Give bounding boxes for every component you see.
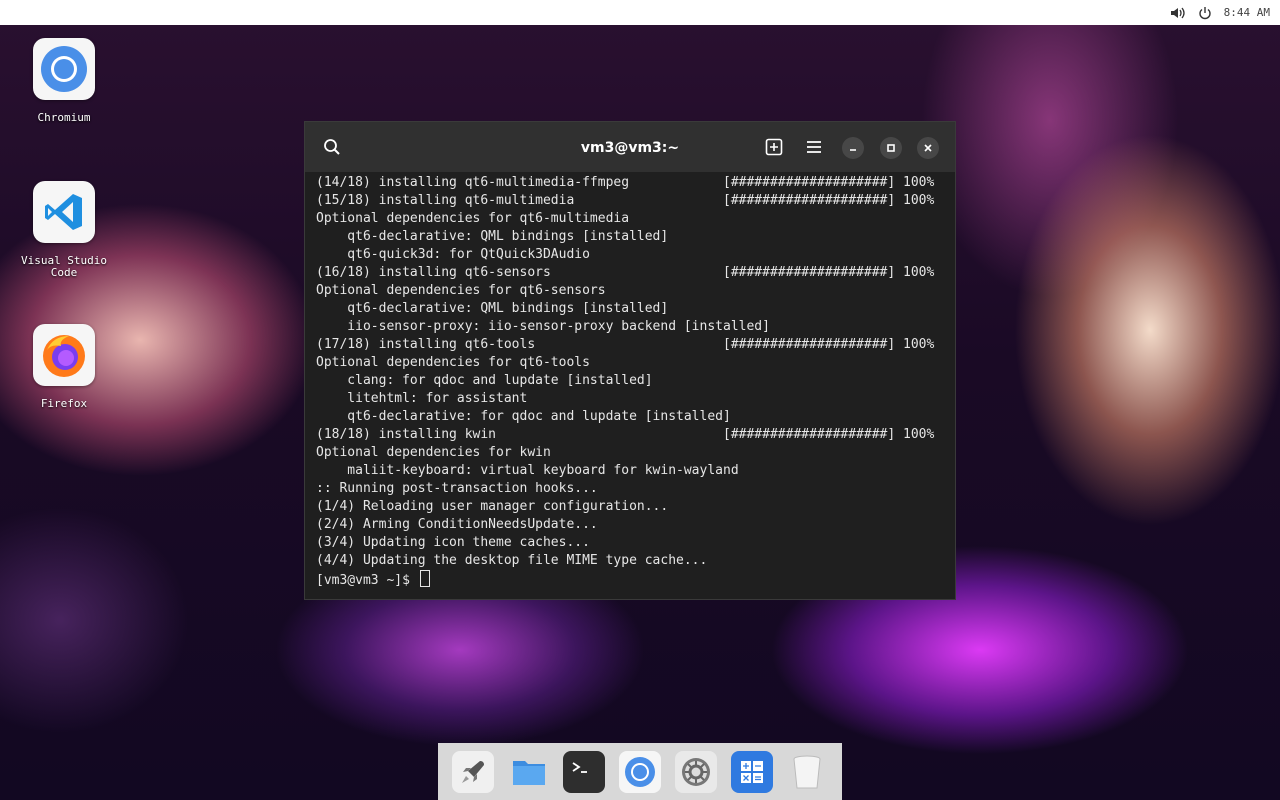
terminal-line: (18/18) installing kwin [################… <box>316 426 946 444</box>
terminal-line-text: (3/4) Updating icon theme caches... <box>316 535 590 550</box>
terminal-line-text: (4/4) Updating the desktop file MIME typ… <box>316 553 708 568</box>
progress-bar-text: [####################] 100% <box>723 427 935 442</box>
progress-bar-text: [####################] 100% <box>723 337 935 352</box>
terminal-line-text: iio-sensor-proxy: iio-sensor-proxy backe… <box>316 319 770 334</box>
power-icon[interactable] <box>1198 6 1212 20</box>
text-cursor <box>419 570 430 587</box>
terminal-line-text: (2/4) Arming ConditionNeedsUpdate... <box>316 517 598 532</box>
launcher-icon[interactable] <box>451 750 494 793</box>
terminal-line: Optional dependencies for qt6-multimedia <box>316 210 946 228</box>
terminal-window[interactable]: vm3@vm3:~ (14/18) installing qt6-multime… <box>304 121 956 600</box>
terminal-line-text: (14/18) installing qt6-multimedia-ffmpeg <box>316 175 630 190</box>
progress-bar-text: [####################] 100% <box>723 265 935 280</box>
desktop-icon-chromium[interactable]: Chromium <box>14 38 114 124</box>
files-icon[interactable] <box>508 751 550 793</box>
desktop-icon-firefox[interactable]: Firefox <box>14 324 114 410</box>
terminal-line: clang: for qdoc and lupdate [installed] <box>316 372 946 390</box>
clock[interactable]: 8:44 AM <box>1224 6 1270 19</box>
terminal-line: (14/18) installing qt6-multimedia-ffmpeg… <box>316 174 946 192</box>
vscode-icon <box>33 181 95 243</box>
chromium-icon <box>33 38 95 100</box>
trash-icon[interactable] <box>786 751 828 793</box>
terminal-line-text: qt6-quick3d: for QtQuick3DAudio <box>316 247 590 262</box>
terminal-icon[interactable] <box>563 750 606 793</box>
terminal-line-text: qt6-declarative: for qdoc and lupdate [i… <box>316 409 731 424</box>
terminal-line-text: Optional dependencies for qt6-sensors <box>316 283 606 298</box>
terminal-line-text: qt6-declarative: QML bindings [installed… <box>316 229 669 244</box>
terminal-line: (2/4) Arming ConditionNeedsUpdate... <box>316 516 946 534</box>
desktop-icon-label: Visual Studio Code <box>20 254 108 279</box>
settings-icon[interactable] <box>674 750 717 793</box>
terminal-line-text: clang: for qdoc and lupdate [installed] <box>316 373 653 388</box>
maximize-icon[interactable] <box>880 137 902 159</box>
terminal-line-text: qt6-declarative: QML bindings [installed… <box>316 301 669 316</box>
terminal-line: qt6-declarative: for qdoc and lupdate [i… <box>316 408 946 426</box>
dock <box>438 743 842 800</box>
shell-prompt: [vm3@vm3 ~]$ <box>316 573 418 588</box>
desktop-icon-label: Chromium <box>37 111 91 124</box>
terminal-line-text: Optional dependencies for qt6-tools <box>316 355 590 370</box>
firefox-icon <box>33 324 95 386</box>
chromium-icon[interactable] <box>619 750 661 793</box>
terminal-line: qt6-declarative: QML bindings [installed… <box>316 228 946 246</box>
terminal-line: qt6-quick3d: for QtQuick3DAudio <box>316 246 946 264</box>
terminal-line: (1/4) Reloading user manager configurati… <box>316 498 946 516</box>
terminal-line: :: Running post-transaction hooks... <box>316 480 946 498</box>
terminal-line-text: Optional dependencies for kwin <box>316 445 551 460</box>
prompt-line[interactable]: [vm3@vm3 ~]$ <box>316 570 946 588</box>
terminal-line: (3/4) Updating icon theme caches... <box>316 534 946 552</box>
terminal-line-text: :: Running post-transaction hooks... <box>316 481 598 496</box>
terminal-line: qt6-declarative: QML bindings [installed… <box>316 300 946 318</box>
terminal-line-text: (18/18) installing kwin <box>316 427 497 442</box>
terminal-line-text: (1/4) Reloading user manager configurati… <box>316 499 669 514</box>
terminal-line: (17/18) installing qt6-tools [###########… <box>316 336 946 354</box>
progress-bar-text: [####################] 100% <box>723 175 935 190</box>
terminal-line: maliit-keyboard: virtual keyboard for kw… <box>316 462 946 480</box>
terminal-line-text: Optional dependencies for qt6-multimedia <box>316 211 630 226</box>
terminal-output[interactable]: (14/18) installing qt6-multimedia-ffmpeg… <box>316 174 946 594</box>
terminal-line: litehtml: for assistant <box>316 390 946 408</box>
terminal-line: iio-sensor-proxy: iio-sensor-proxy backe… <box>316 318 946 336</box>
menu-icon[interactable] <box>803 136 825 158</box>
close-icon[interactable] <box>917 137 939 159</box>
calculator-icon[interactable] <box>730 750 773 793</box>
new-tab-icon[interactable] <box>763 136 785 158</box>
terminal-line: Optional dependencies for qt6-sensors <box>316 282 946 300</box>
terminal-line-text: maliit-keyboard: virtual keyboard for kw… <box>316 463 739 478</box>
terminal-header[interactable]: vm3@vm3:~ <box>305 122 955 172</box>
terminal-line: (15/18) installing qt6-multimedia [######… <box>316 192 946 210</box>
terminal-line-text: (16/18) installing qt6-sensors <box>316 265 551 280</box>
desktop-icon-vscode[interactable]: Visual Studio Code <box>14 181 114 279</box>
terminal-line: Optional dependencies for qt6-tools <box>316 354 946 372</box>
terminal-line-text: (17/18) installing qt6-tools <box>316 337 536 352</box>
terminal-line: (16/18) installing qt6-sensors [#########… <box>316 264 946 282</box>
top-panel: 8:44 AM <box>0 0 1280 25</box>
terminal-line: Optional dependencies for kwin <box>316 444 946 462</box>
terminal-line-text: litehtml: for assistant <box>316 391 528 406</box>
minimize-icon[interactable] <box>842 137 864 159</box>
progress-bar-text: [####################] 100% <box>723 193 935 208</box>
search-icon[interactable] <box>321 136 343 158</box>
terminal-line-text: (15/18) installing qt6-multimedia <box>316 193 575 208</box>
terminal-line: (4/4) Updating the desktop file MIME typ… <box>316 552 946 570</box>
desktop-icon-label: Firefox <box>40 397 88 410</box>
system-tray: 8:44 AM <box>1170 0 1270 25</box>
volume-icon[interactable] <box>1170 6 1186 20</box>
